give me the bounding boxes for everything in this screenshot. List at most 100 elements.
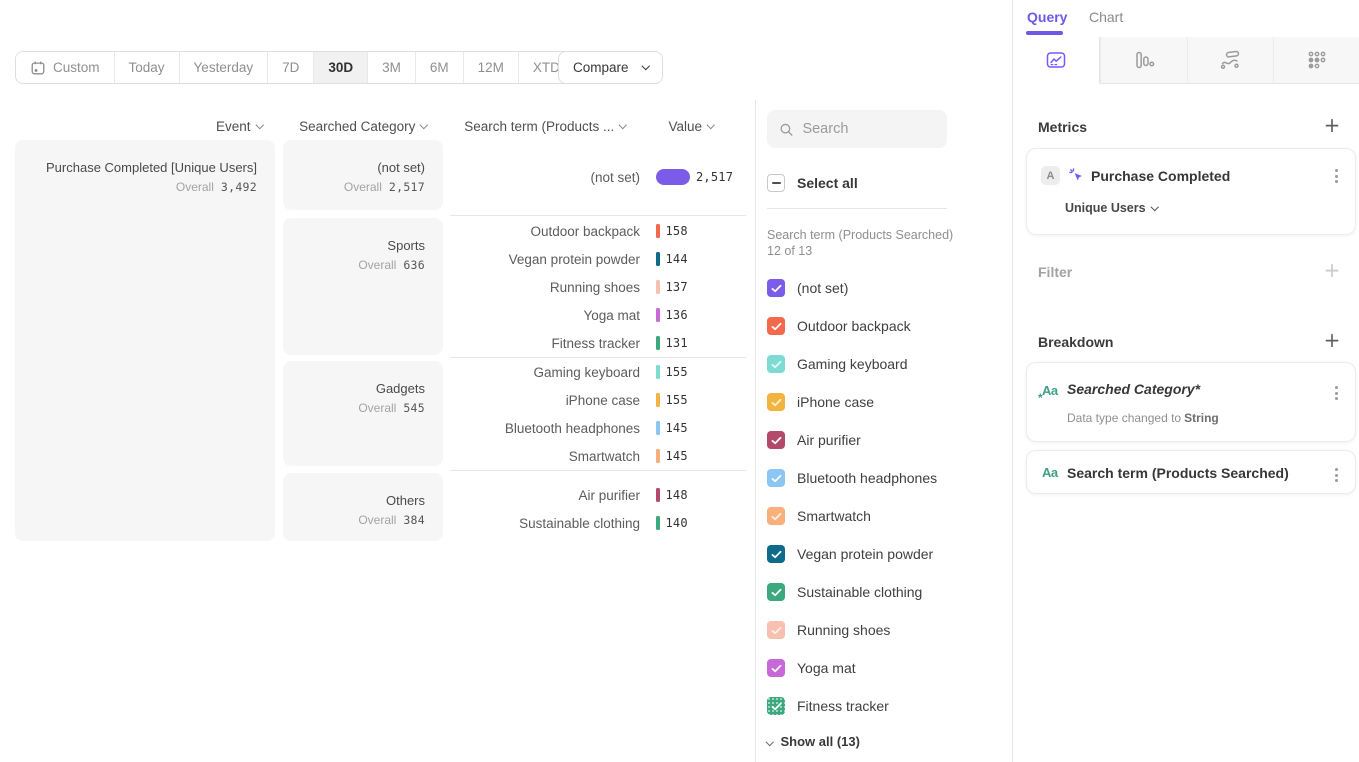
show-all-button[interactable]: Show all (13): [767, 734, 860, 749]
date-custom-label: Custom: [53, 60, 100, 75]
table-row[interactable]: (not set) 2,517: [450, 163, 746, 191]
date-12m-button[interactable]: 12M: [464, 52, 519, 83]
tab-query[interactable]: Query: [1027, 9, 1067, 25]
date-xtd-label: XTD: [533, 60, 560, 75]
checkbox-checked[interactable]: [767, 393, 785, 411]
table-row[interactable]: Gaming keyboard 155: [450, 358, 746, 386]
search-input[interactable]: [802, 121, 935, 137]
overall-value: 545: [403, 401, 425, 415]
table-row[interactable]: Outdoor backpack 158: [450, 217, 746, 245]
filter-item[interactable]: Gaming keyboard: [767, 355, 908, 373]
column-header-searched-category[interactable]: Searched Category: [283, 118, 443, 134]
checkbox-checked[interactable]: [767, 279, 785, 297]
select-all-row[interactable]: Select all: [767, 174, 858, 192]
chevron-down-icon: [707, 121, 715, 129]
add-breakdown-button[interactable]: +: [1323, 331, 1341, 349]
add-filter-button[interactable]: +: [1323, 261, 1341, 279]
checkbox-checked[interactable]: [767, 697, 785, 715]
filter-item[interactable]: Vegan protein powder: [767, 545, 933, 563]
filter-item[interactable]: (not set): [767, 279, 848, 297]
category-cell-gadgets[interactable]: Gadgets Overall545: [283, 361, 443, 466]
metric-options-button[interactable]: [1332, 166, 1341, 186]
filter-item[interactable]: Yoga mat: [767, 659, 856, 677]
checkbox-checked[interactable]: [767, 469, 785, 487]
checkbox-checked[interactable]: [767, 355, 785, 373]
value-text: 131: [666, 336, 688, 350]
report-tab-insights[interactable]: [1013, 37, 1100, 84]
checkbox-indeterminate[interactable]: [767, 174, 785, 192]
value-bar: [656, 421, 660, 435]
table-row[interactable]: iPhone case 155: [450, 386, 746, 414]
retention-icon: [1306, 50, 1328, 70]
checkbox-checked[interactable]: [767, 507, 785, 525]
insights-icon: [1045, 50, 1067, 70]
compare-button[interactable]: Compare: [558, 51, 663, 84]
overall-label: Overall: [358, 401, 396, 415]
date-3m-button[interactable]: 3M: [368, 52, 416, 83]
add-metric-button[interactable]: +: [1323, 116, 1341, 134]
filter-item[interactable]: Air purifier: [767, 431, 861, 449]
table-row[interactable]: Running shoes 137: [450, 273, 746, 301]
breakdown-options-button[interactable]: [1332, 383, 1341, 403]
column-header-search-term[interactable]: Search term (Products ...: [448, 118, 642, 134]
divider: [767, 208, 947, 209]
filter-item[interactable]: iPhone case: [767, 393, 874, 411]
column-header-label: Value: [668, 119, 702, 134]
report-tab-retention[interactable]: [1273, 37, 1359, 84]
checkbox-checked[interactable]: [767, 545, 785, 563]
search-box[interactable]: [767, 110, 947, 148]
check-icon: [771, 626, 782, 635]
date-30d-button[interactable]: 30D: [314, 52, 368, 83]
tab-chart[interactable]: Chart: [1089, 9, 1123, 25]
report-tab-funnels[interactable]: [1100, 37, 1187, 84]
chevron-down-icon: [420, 121, 428, 129]
filter-item[interactable]: Sustainable clothing: [767, 583, 922, 601]
checkbox-checked[interactable]: [767, 659, 785, 677]
report-tab-flows[interactable]: [1187, 37, 1274, 84]
breakdown-card[interactable]: Aa* Searched Category* Data type changed…: [1026, 362, 1356, 442]
chevron-down-icon: [641, 62, 649, 70]
filter-item[interactable]: Running shoes: [767, 621, 890, 639]
filter-item[interactable]: Outdoor backpack: [767, 317, 911, 335]
search-icon: [779, 121, 793, 138]
table-row[interactable]: Bluetooth headphones 145: [450, 414, 746, 442]
category-cell-sports[interactable]: Sports Overall636: [283, 218, 443, 355]
column-header-value[interactable]: Value: [650, 118, 732, 134]
checkbox-checked[interactable]: [767, 621, 785, 639]
table-row[interactable]: Yoga mat 136: [450, 301, 746, 329]
filter-item[interactable]: Smartwatch: [767, 507, 871, 525]
table-row[interactable]: Vegan protein powder 144: [450, 245, 746, 273]
filter-item-label: Running shoes: [797, 622, 890, 638]
filter-item[interactable]: Bluetooth headphones: [767, 469, 937, 487]
date-7d-button[interactable]: 7D: [268, 52, 314, 83]
table-row[interactable]: Smartwatch 145: [450, 442, 746, 470]
breakdown-card[interactable]: Aa Search term (Products Searched): [1026, 450, 1356, 494]
category-cell-not-set[interactable]: (not set) Overall2,517: [283, 140, 443, 210]
date-custom-button[interactable]: Custom: [16, 52, 115, 83]
date-today-button[interactable]: Today: [115, 52, 180, 83]
event-cell[interactable]: Purchase Completed [Unique Users] Overal…: [15, 140, 275, 541]
metric-card[interactable]: A Purchase Completed Unique Users: [1026, 148, 1356, 235]
table-row[interactable]: Air purifier 148: [450, 481, 746, 509]
filter-item[interactable]: Fitness tracker: [767, 697, 889, 715]
check-icon: [771, 702, 782, 711]
measure-label: Unique Users: [1065, 201, 1146, 215]
table-row[interactable]: Sustainable clothing 140: [450, 509, 746, 537]
date-yesterday-button[interactable]: Yesterday: [180, 52, 269, 83]
measure-dropdown[interactable]: Unique Users: [1065, 201, 1157, 215]
overall-value: 2,517: [389, 180, 425, 194]
value-text: 137: [666, 280, 688, 294]
search-term-label: Vegan protein powder: [450, 252, 640, 267]
checkbox-checked[interactable]: [767, 317, 785, 335]
table-row[interactable]: Fitness tracker 131: [450, 329, 746, 357]
filter-item-label: Fitness tracker: [797, 698, 889, 714]
breakdown-options-button[interactable]: [1332, 465, 1341, 485]
column-header-event[interactable]: Event: [150, 118, 262, 134]
filter-item-label: Gaming keyboard: [797, 356, 908, 372]
checkbox-checked[interactable]: [767, 431, 785, 449]
search-term-label: Bluetooth headphones: [450, 421, 640, 436]
category-cell-others[interactable]: Others Overall384: [283, 473, 443, 541]
checkbox-checked[interactable]: [767, 583, 785, 601]
category-name: Others: [291, 493, 425, 508]
date-6m-button[interactable]: 6M: [416, 52, 464, 83]
